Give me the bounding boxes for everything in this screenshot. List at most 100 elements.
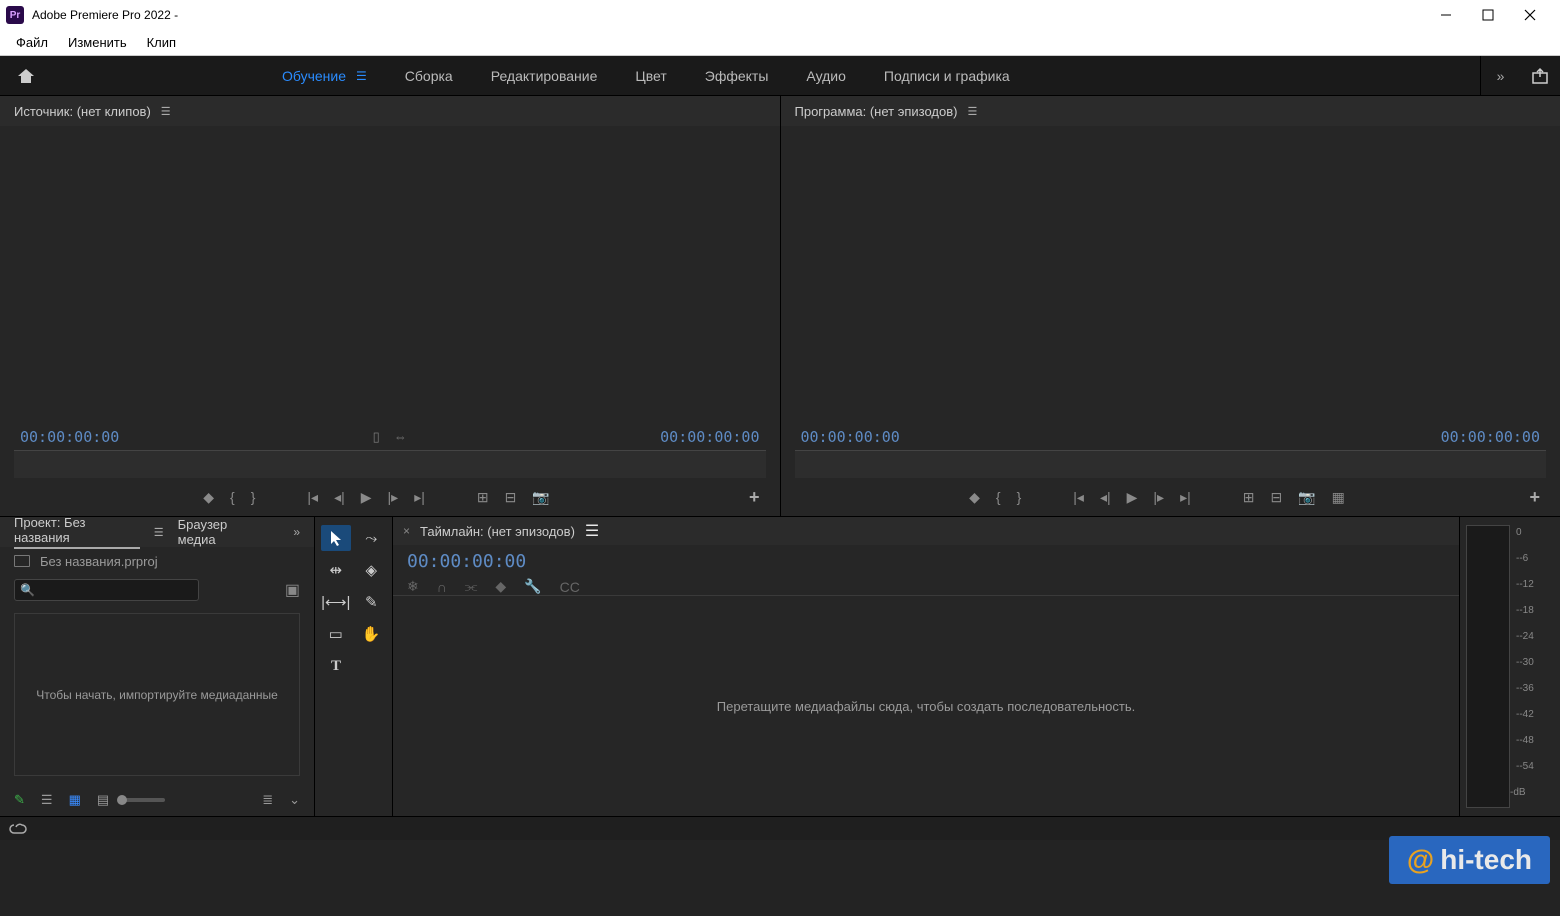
audio-meter-scale: 0 -6 -12 -18 -24 -30 -36 -42 -48 -54 dB bbox=[1514, 525, 1534, 808]
menu-bar: Файл Изменить Клип bbox=[0, 30, 1560, 56]
zoom-icon[interactable]: ⇔ bbox=[394, 429, 407, 445]
caption-track-icon[interactable]: CC bbox=[560, 579, 580, 595]
audio-meter-panel: 0 -6 -12 -18 -24 -30 -36 -42 -48 -54 dB bbox=[1460, 517, 1560, 816]
timeline-timecode[interactable]: 00:00:00:00 bbox=[407, 551, 1445, 572]
timeline-tab-label[interactable]: Таймлайн: (нет эпизодов) bbox=[420, 524, 575, 539]
marker-icon[interactable]: ◆ bbox=[203, 489, 214, 506]
program-scrub-bar[interactable] bbox=[795, 450, 1547, 478]
out-point-icon[interactable]: } bbox=[251, 489, 256, 505]
export-frame-icon[interactable]: 📷 bbox=[532, 489, 549, 506]
marker-icon[interactable]: ◆ bbox=[969, 489, 980, 506]
freeform-view-icon[interactable]: ▤ bbox=[97, 792, 109, 808]
add-button-icon[interactable]: + bbox=[1529, 487, 1540, 508]
in-point-icon[interactable]: { bbox=[996, 489, 1001, 505]
nest-toggle-icon[interactable]: ❄ bbox=[407, 578, 419, 595]
comparison-icon[interactable]: ▦ bbox=[1332, 489, 1345, 506]
zoom-slider[interactable] bbox=[125, 798, 165, 802]
program-tc-out[interactable]: 00:00:00:00 bbox=[1441, 428, 1540, 446]
workspace-tab-effects[interactable]: Эффекты bbox=[705, 68, 769, 84]
go-to-out-icon[interactable]: ▸| bbox=[414, 489, 425, 506]
workspace-bar: Обучение ☰ Сборка Редактирование Цвет Эф… bbox=[0, 56, 1560, 96]
workspace-overflow-button[interactable]: » bbox=[1480, 56, 1520, 95]
source-monitor: Источник: (нет клипов) ☰ 00:00:00:00 ▯ ⇔… bbox=[0, 96, 780, 516]
step-forward-icon[interactable]: |▸ bbox=[1153, 489, 1164, 506]
menu-clip[interactable]: Клип bbox=[137, 33, 186, 52]
pen-tool-icon[interactable]: ✎ bbox=[357, 589, 387, 615]
go-to-out-icon[interactable]: ▸| bbox=[1180, 489, 1191, 506]
linked-selection-icon[interactable]: ⫘ bbox=[465, 578, 478, 595]
in-point-icon[interactable]: { bbox=[230, 489, 235, 505]
project-tab[interactable]: Проект: Без названия bbox=[14, 515, 140, 549]
tool-strip: ⤳ ⇹ ◈ |⟷| ✎ ▭ ✋ T bbox=[315, 517, 393, 816]
new-bin-from-search-icon[interactable]: ▣ bbox=[285, 580, 300, 600]
fit-icon[interactable]: ▯ bbox=[373, 429, 380, 445]
timeline-panel-menu-icon[interactable]: ☰ bbox=[585, 521, 599, 541]
source-panel-menu-icon[interactable]: ☰ bbox=[161, 105, 171, 118]
project-overflow-icon[interactable]: » bbox=[293, 525, 300, 539]
write-toggle-icon[interactable]: ✎ bbox=[14, 792, 25, 808]
razor-tool-icon[interactable]: |⟷| bbox=[321, 589, 351, 615]
menu-file[interactable]: Файл bbox=[6, 33, 58, 52]
list-view-icon[interactable]: ☰ bbox=[41, 792, 53, 808]
workspace-tab-assembly[interactable]: Сборка bbox=[405, 68, 453, 84]
ripple-edit-tool-icon[interactable]: ⇹ bbox=[321, 557, 351, 583]
monitors-row: Источник: (нет клипов) ☰ 00:00:00:00 ▯ ⇔… bbox=[0, 96, 1560, 516]
type-tool-icon[interactable]: T bbox=[321, 653, 351, 679]
media-browser-tab[interactable]: Браузер медиа bbox=[178, 517, 266, 547]
workspace-menu-icon[interactable]: ☰ bbox=[356, 69, 367, 83]
maximize-button[interactable] bbox=[1478, 5, 1498, 25]
project-file-icon bbox=[14, 555, 30, 567]
workspace-tab-audio[interactable]: Аудио bbox=[806, 68, 846, 84]
close-button[interactable] bbox=[1520, 5, 1540, 25]
rectangle-tool-icon[interactable]: ▭ bbox=[321, 621, 351, 647]
go-to-in-icon[interactable]: |◂ bbox=[1073, 489, 1084, 506]
source-tc-out[interactable]: 00:00:00:00 bbox=[660, 428, 759, 446]
workspace-tab-learn[interactable]: Обучение bbox=[282, 68, 346, 84]
timeline-drop-hint: Перетащите медиафайлы сюда, чтобы создат… bbox=[717, 699, 1135, 714]
program-tab-label[interactable]: Программа: (нет эпизодов) bbox=[795, 104, 958, 119]
step-back-icon[interactable]: ◂| bbox=[334, 489, 345, 506]
creative-cloud-icon[interactable] bbox=[8, 822, 28, 836]
program-tc-in[interactable]: 00:00:00:00 bbox=[801, 428, 900, 446]
project-panel-menu-icon[interactable]: ☰ bbox=[154, 526, 164, 539]
snap-toggle-icon[interactable]: ∩ bbox=[437, 579, 447, 595]
menu-edit[interactable]: Изменить bbox=[58, 33, 137, 52]
track-select-tool-icon[interactable]: ⤳ bbox=[357, 525, 387, 551]
workspace-tab-graphics[interactable]: Подписи и графика bbox=[884, 68, 1010, 84]
source-tc-in[interactable]: 00:00:00:00 bbox=[20, 428, 119, 446]
sort-icon[interactable]: ≣ bbox=[262, 792, 273, 808]
home-button[interactable] bbox=[0, 67, 52, 85]
play-icon[interactable]: ▶ bbox=[361, 489, 372, 506]
app-icon: Pr bbox=[6, 6, 24, 24]
icon-view-icon[interactable]: ▦ bbox=[69, 792, 81, 808]
project-search-input[interactable] bbox=[14, 579, 199, 601]
out-point-icon[interactable]: } bbox=[1017, 489, 1022, 505]
insert-icon[interactable]: ⊞ bbox=[477, 489, 489, 506]
export-frame-icon[interactable]: 📷 bbox=[1298, 489, 1315, 506]
sort-dropdown-icon[interactable]: ⌄ bbox=[289, 792, 300, 808]
step-back-icon[interactable]: ◂| bbox=[1100, 489, 1111, 506]
share-button[interactable] bbox=[1520, 67, 1560, 85]
overwrite-icon[interactable]: ⊟ bbox=[505, 489, 517, 506]
rate-stretch-tool-icon[interactable]: ◈ bbox=[357, 557, 387, 583]
go-to-in-icon[interactable]: |◂ bbox=[307, 489, 318, 506]
source-scrub-bar[interactable] bbox=[14, 450, 766, 478]
workspace-tab-editing[interactable]: Редактирование bbox=[491, 68, 598, 84]
hand-tool-icon[interactable]: ✋ bbox=[357, 621, 387, 647]
workspace-tab-color[interactable]: Цвет bbox=[635, 68, 666, 84]
lift-icon[interactable]: ⊞ bbox=[1243, 489, 1255, 506]
play-icon[interactable]: ▶ bbox=[1127, 489, 1138, 506]
source-tab-label[interactable]: Источник: (нет клипов) bbox=[14, 104, 151, 119]
program-monitor: Программа: (нет эпизодов) ☰ 00:00:00:00 … bbox=[780, 96, 1560, 516]
selection-tool-icon[interactable] bbox=[321, 525, 351, 551]
marker-toggle-icon[interactable]: ◆ bbox=[495, 578, 506, 595]
timeline-drop-zone[interactable]: Перетащите медиафайлы сюда, чтобы создат… bbox=[393, 595, 1459, 816]
project-drop-zone[interactable]: Чтобы начать, импортируйте медиаданные bbox=[14, 613, 300, 776]
add-button-icon[interactable]: + bbox=[749, 487, 760, 508]
extract-icon[interactable]: ⊟ bbox=[1270, 489, 1282, 506]
settings-icon[interactable]: 🔧 bbox=[524, 578, 541, 595]
program-panel-menu-icon[interactable]: ☰ bbox=[967, 105, 977, 118]
timeline-tab-close-icon[interactable]: × bbox=[403, 524, 410, 538]
minimize-button[interactable] bbox=[1436, 5, 1456, 25]
step-forward-icon[interactable]: |▸ bbox=[388, 489, 399, 506]
